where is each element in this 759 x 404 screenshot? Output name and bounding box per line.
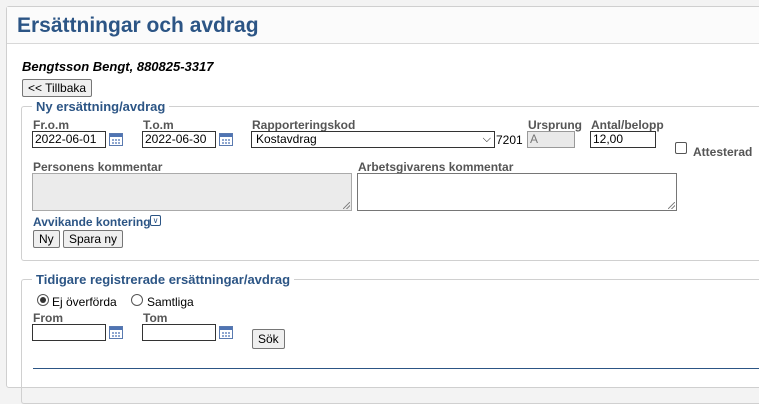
not-transferred-radio[interactable]	[37, 294, 49, 306]
expand-icon[interactable]: ∨	[150, 215, 161, 226]
all-label: Samtliga	[147, 295, 194, 309]
main-panel: Ersättningar och avdrag Bengtsson Bengt,…	[6, 6, 759, 404]
all-radio[interactable]	[131, 294, 143, 306]
origin-label: Ursprung	[528, 118, 582, 132]
search-from-input[interactable]	[32, 324, 106, 341]
new-button[interactable]: Ny	[33, 230, 60, 248]
resize-grip-icon	[343, 202, 350, 209]
results-divider	[33, 368, 759, 369]
save-new-button[interactable]: Spara ny	[63, 230, 124, 248]
search-to-label: Tom	[143, 311, 168, 325]
amount-input[interactable]: 12,00	[590, 131, 656, 148]
person-name: Bengtsson Bengt, 880825-3317	[22, 59, 214, 74]
back-button[interactable]: << Tillbaka	[22, 79, 93, 97]
page-header: Ersättningar och avdrag	[7, 7, 759, 44]
search-to-input[interactable]	[142, 324, 216, 341]
reporting-code-select[interactable]: Kostavdrag ⌵	[251, 131, 495, 148]
search-button[interactable]: Sök	[252, 329, 285, 349]
employer-comment-label: Arbetsgivarens kommentar	[358, 160, 514, 174]
chevron-down-icon: ⌵	[482, 133, 491, 145]
search-from-label: From	[33, 311, 63, 325]
resize-grip-icon	[668, 202, 675, 209]
calendar-icon[interactable]	[219, 133, 233, 146]
calendar-icon[interactable]	[109, 133, 123, 146]
deviating-account-link[interactable]: Avvikande kontering	[33, 215, 151, 229]
calendar-icon[interactable]	[219, 326, 233, 339]
not-transferred-label: Ej överförda	[52, 295, 117, 309]
origin-input: A	[527, 131, 575, 148]
to-date-input[interactable]: 2022-06-30	[142, 131, 216, 148]
new-entry-legend: Ny ersättning/avdrag	[36, 99, 166, 114]
reporting-code-selected: Kostavdrag	[256, 132, 317, 146]
person-comment-label: Personens kommentar	[33, 160, 163, 174]
amount-label: Antal/belopp	[591, 118, 664, 132]
person-comment-textarea	[32, 173, 352, 211]
reporting-code-label: Rapporteringskod	[252, 118, 356, 132]
previous-entries-fieldset: Tidigare registrerade ersättningar/avdra…	[21, 272, 759, 404]
page-title: Ersättningar och avdrag	[17, 14, 259, 37]
attested-checkbox[interactable]	[675, 142, 687, 154]
from-date-label: Fr.o.m	[33, 118, 70, 132]
previous-entries-legend: Tidigare registrerade ersättningar/avdra…	[36, 272, 291, 287]
from-date-input[interactable]: 2022-06-01	[32, 131, 106, 148]
calendar-icon[interactable]	[109, 326, 123, 339]
reporting-code-number: 7201	[496, 133, 523, 147]
attested-label: Attesterad	[693, 145, 753, 159]
employer-comment-textarea[interactable]	[357, 173, 677, 211]
to-date-label: T.o.m	[143, 118, 174, 132]
